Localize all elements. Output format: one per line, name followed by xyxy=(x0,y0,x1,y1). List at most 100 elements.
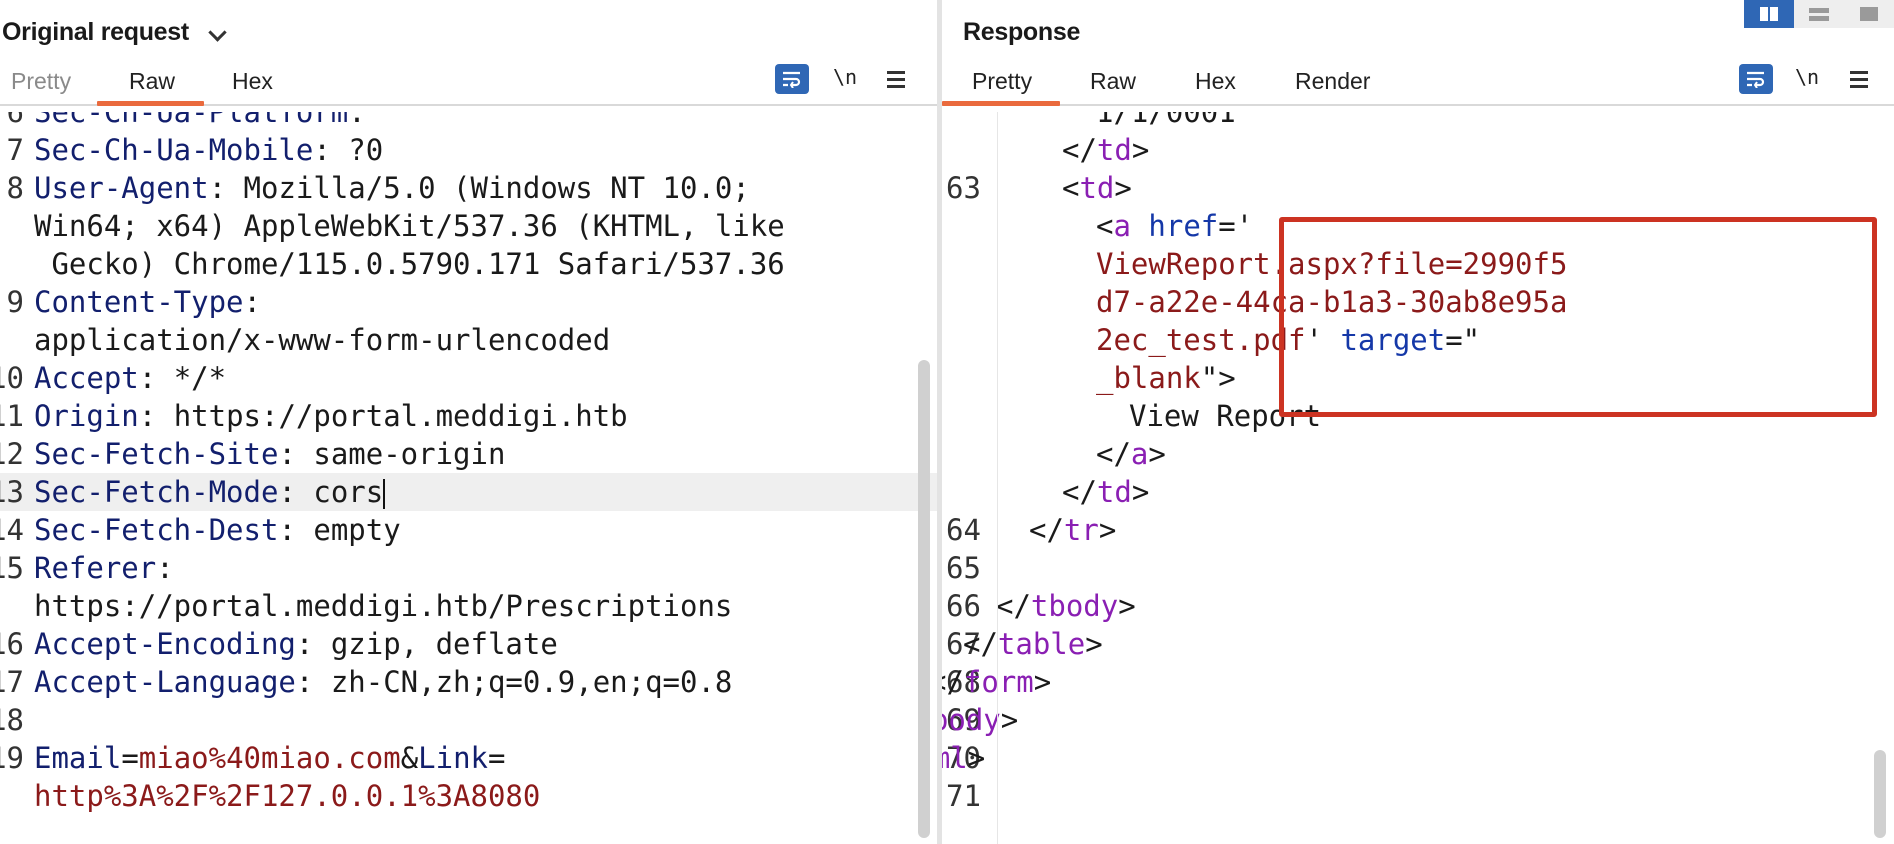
request-tabs: Pretty Raw Hex \n xyxy=(0,56,937,106)
code-line[interactable]: 18 xyxy=(0,701,937,739)
chevron-down-icon[interactable] xyxy=(208,23,227,42)
line-number: 8 xyxy=(6,171,24,205)
horizontal-view-icon[interactable] xyxy=(1794,0,1844,28)
attribute-quote: "> xyxy=(1200,361,1236,395)
request-pane-title: Original request xyxy=(2,18,189,46)
code-line[interactable]: 9 Content-Type: xyxy=(0,283,937,321)
attribute-equals: =' xyxy=(1218,209,1254,243)
line-number: 7 xyxy=(6,133,24,167)
split-view-icon[interactable] xyxy=(1744,0,1794,28)
code-line[interactable]: Win64; x64) AppleWebKit/537.36 (KHTML, l… xyxy=(0,207,937,245)
tag-bracket: > xyxy=(1148,437,1166,471)
code-line[interactable]: 71 xyxy=(942,777,1894,815)
header-separator: : xyxy=(348,112,384,129)
header-separator: : xyxy=(295,627,331,661)
newline-toggle[interactable]: \n xyxy=(1790,62,1824,92)
response-tabs: Pretty Raw Hex Render \n xyxy=(942,56,1894,106)
tab-pretty[interactable]: Pretty xyxy=(972,68,1032,95)
code-line[interactable]: 69</body> xyxy=(942,701,1894,739)
code-line[interactable]: 63 <td> xyxy=(942,169,1894,207)
response-scrollbar[interactable] xyxy=(1874,750,1886,838)
code-line[interactable]: 66 </tbody> xyxy=(942,587,1894,625)
header-name: Sec-Fetch-Mode xyxy=(34,475,279,509)
code-line[interactable]: 64 </tr> xyxy=(942,511,1894,549)
code-line[interactable]: 68</form> xyxy=(942,663,1894,701)
code-line[interactable]: 67 </table> xyxy=(942,625,1894,663)
code-line[interactable]: 7 Sec-Ch-Ua-Mobile: ?0 xyxy=(0,131,937,169)
header-value: "" xyxy=(383,112,419,129)
line-number: 66 xyxy=(946,589,981,623)
param-name: Email xyxy=(34,741,122,775)
header-separator: : xyxy=(313,133,349,167)
annotation-highlight-box xyxy=(1279,217,1877,417)
code-line[interactable]: https://portal.meddigi.htb/Prescriptions xyxy=(0,587,937,625)
tag-bracket: </ xyxy=(1096,437,1131,471)
code-line[interactable]: 19Email=miao%40miao.com&Link= xyxy=(0,739,937,777)
request-scrollbar[interactable] xyxy=(918,360,930,838)
line-number: 11 xyxy=(0,399,24,433)
tag-name: a xyxy=(1113,209,1131,243)
header-separator: : xyxy=(208,171,244,205)
code-line[interactable]: 17 Accept-Language: zh-CN,zh;q=0.9,en;q=0… xyxy=(0,663,937,701)
tab-raw[interactable]: Raw xyxy=(1090,68,1136,95)
line-content: Accept-Encoding: gzip, deflate xyxy=(34,625,558,663)
code-line[interactable]: </td> xyxy=(942,473,1894,511)
code-line[interactable]: 6 Sec-Ch-Ua-Platform: "" xyxy=(0,112,937,131)
tag-name: tr xyxy=(1063,513,1099,547)
header-value: Gecko) Chrome/115.0.5790.171 Safari/537.… xyxy=(34,247,785,281)
tag-bracket: </ xyxy=(942,665,964,699)
header-separator: : xyxy=(243,285,261,319)
code-line[interactable]: 8 User-Agent: Mozilla/5.0 (Windows NT 10.… xyxy=(0,169,937,207)
response-pane: Response Pretty Raw Hex Render \n 1/1/00… xyxy=(942,0,1894,844)
code-line[interactable]: Gecko) Chrome/115.0.5790.171 Safari/537.… xyxy=(0,245,937,283)
tab-hex[interactable]: Hex xyxy=(232,68,273,95)
tag-name: tbody xyxy=(1030,589,1119,623)
code-line[interactable]: 10 Accept: */* xyxy=(0,359,937,397)
request-editor[interactable]: 6 Sec-Ch-Ua-Platform: "" 7 Sec-Ch-Ua-Mobile… xyxy=(0,112,937,844)
header-name: Accept xyxy=(34,361,139,395)
code-line[interactable]: 65 xyxy=(942,549,1894,587)
tab-render[interactable]: Render xyxy=(1295,68,1370,95)
code-line[interactable]: </td> xyxy=(942,131,1894,169)
single-view-icon[interactable] xyxy=(1844,0,1894,28)
param-value: miao%40miao.com xyxy=(138,741,401,775)
code-line[interactable]: 16 Accept-Encoding: gzip, deflate xyxy=(0,625,937,663)
line-content: Accept-Language: zh-CN,zh;q=0.9,en;q=0.8 xyxy=(34,663,732,701)
wrap-lines-icon[interactable] xyxy=(775,64,809,94)
line-number: 19 xyxy=(0,741,24,775)
tag-bracket: > xyxy=(1098,513,1117,547)
code-line[interactable]: 15 Referer: xyxy=(0,549,937,587)
menu-icon[interactable] xyxy=(1842,64,1876,94)
code-line[interactable]: 11 Origin: https://portal.meddigi.htb xyxy=(0,397,937,435)
active-tab-indicator xyxy=(97,101,204,106)
header-value: zh-CN,zh;q=0.9,en;q=0.8 xyxy=(330,665,733,699)
tag-bracket: </ xyxy=(1062,133,1097,167)
code-line[interactable]: application/x-www-form-urlencoded xyxy=(0,321,937,359)
newline-toggle[interactable]: \n xyxy=(828,62,862,92)
line-content: Sec-Fetch-Site: same-origin xyxy=(34,435,505,473)
response-pane-title: Response xyxy=(963,18,1081,46)
header-value: https://portal.meddigi.htb/Prescriptions xyxy=(34,589,733,623)
code-line[interactable]: 13 Sec-Fetch-Mode: cors xyxy=(0,473,937,511)
tab-pretty[interactable]: Pretty xyxy=(11,68,71,95)
code-line[interactable]: http%3A%2F%2F127.0.0.1%3A8080 xyxy=(0,777,937,815)
code-line[interactable]: 14 Sec-Fetch-Dest: empty xyxy=(0,511,937,549)
menu-icon[interactable] xyxy=(879,64,913,94)
tag-name: form xyxy=(963,665,1034,699)
line-content: </body> xyxy=(942,701,1018,739)
code-line[interactable]: 12 Sec-Fetch-Site: same-origin xyxy=(0,435,937,473)
line-content: Accept: */* xyxy=(34,359,226,397)
tag-bracket: > xyxy=(1131,475,1150,509)
param-separator: & xyxy=(400,741,419,775)
header-separator: : xyxy=(138,361,174,395)
header-name: Referer xyxy=(34,551,157,585)
header-value: empty xyxy=(313,513,401,547)
code-line[interactable]: </a> xyxy=(942,435,1894,473)
tab-hex[interactable]: Hex xyxy=(1195,68,1236,95)
tab-raw[interactable]: Raw xyxy=(129,68,175,95)
active-tab-indicator xyxy=(942,101,1060,106)
code-line[interactable]: 70</html> xyxy=(942,739,1894,777)
wrap-lines-icon[interactable] xyxy=(1739,64,1773,94)
code-line[interactable]: 1/1/0001 xyxy=(942,112,1894,131)
param-separator: = xyxy=(488,741,506,775)
